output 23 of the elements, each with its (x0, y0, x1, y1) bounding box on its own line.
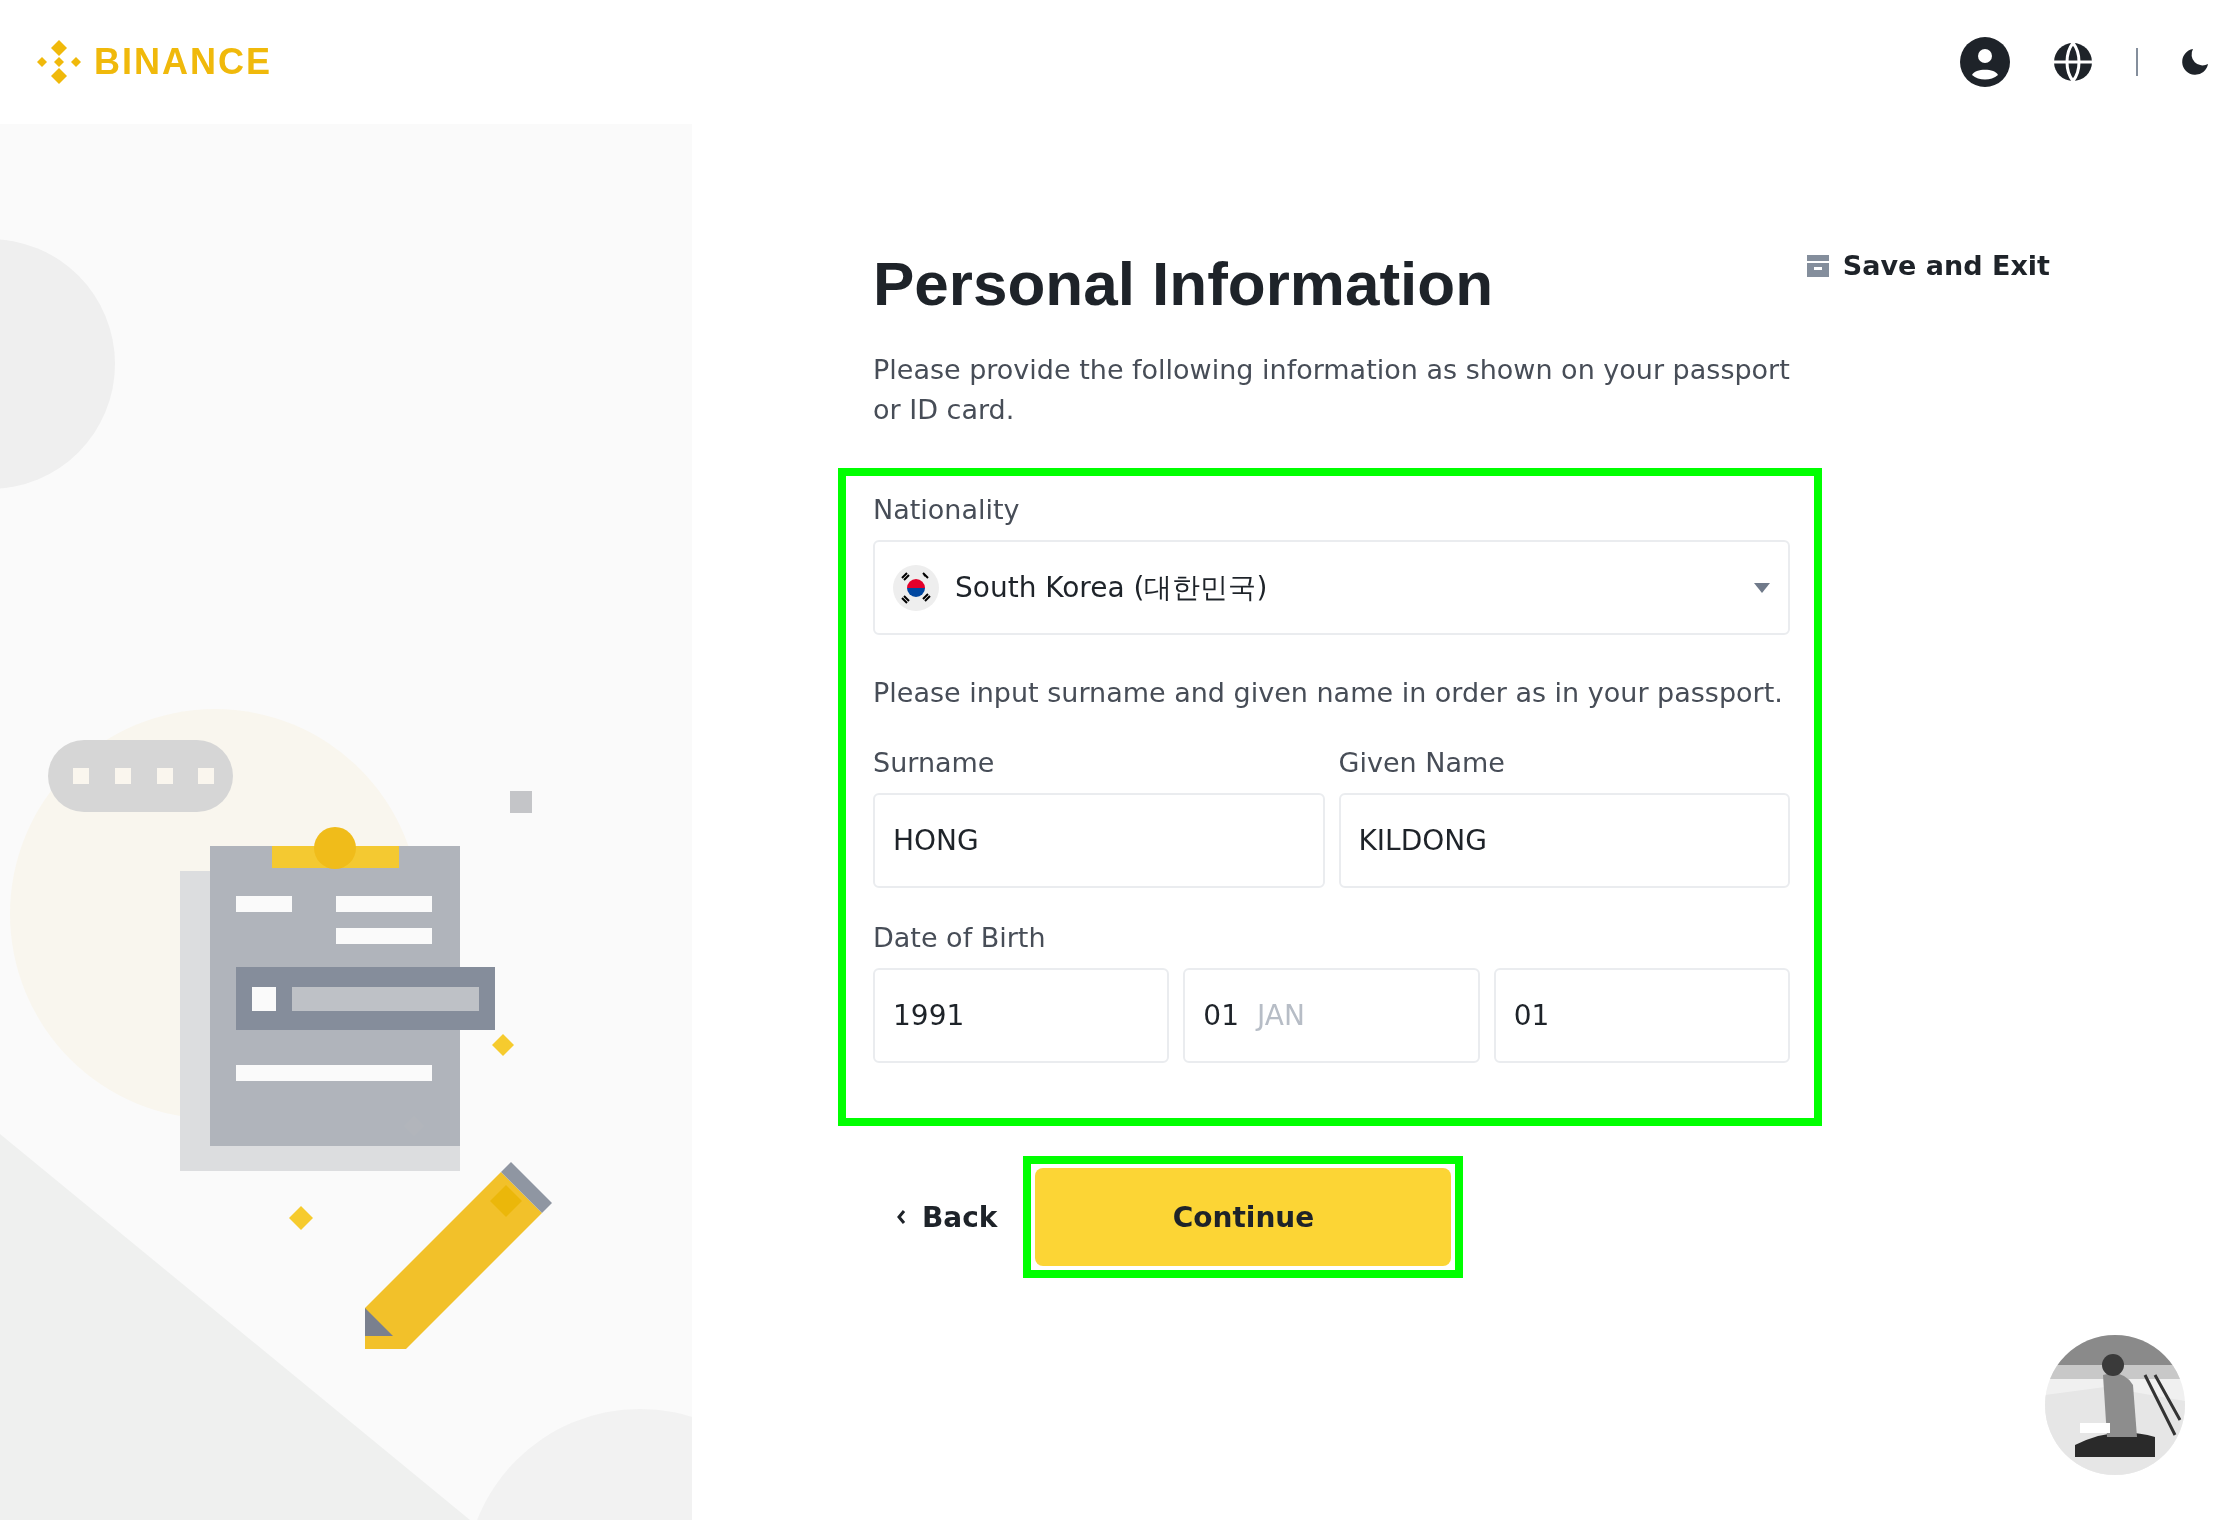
field-label: Surname (873, 746, 996, 780)
chevron-left-icon (896, 1209, 906, 1225)
date-input[interactable]: 1991 (873, 968, 1170, 1063)
nationality-select[interactable]: South Korea (대한민국) (873, 540, 1790, 635)
field-label: Date of Birth (873, 921, 1047, 955)
globe-icon[interactable] (2052, 41, 2094, 83)
page-title: Personal Information (873, 248, 1494, 320)
date-input[interactable]: 01 (1493, 968, 1790, 1063)
back-button[interactable]: Back (896, 1200, 998, 1234)
archive-icon (1806, 254, 1829, 277)
description-text: Please provide the following information as shown on your passport or ID card. (873, 353, 1791, 427)
name-input[interactable]: KILDONG (1338, 793, 1790, 888)
name-input[interactable]: HONG (873, 793, 1325, 888)
save-exit-button[interactable]: Save and Exit (1806, 250, 2050, 281)
instruction-text: Please input surname and given name in order as in your passport. (873, 676, 1784, 710)
flag-icon (893, 564, 939, 611)
continue-button[interactable]: Continue (1035, 1168, 1452, 1266)
date-input[interactable]: 01 JAN (1183, 968, 1480, 1063)
field-label: Nationality (873, 493, 1021, 527)
field-label: Given Name (1338, 746, 1506, 780)
moon-icon[interactable] (2180, 47, 2210, 77)
caret-icon (1754, 582, 1770, 593)
account-icon[interactable] (1960, 37, 2010, 87)
